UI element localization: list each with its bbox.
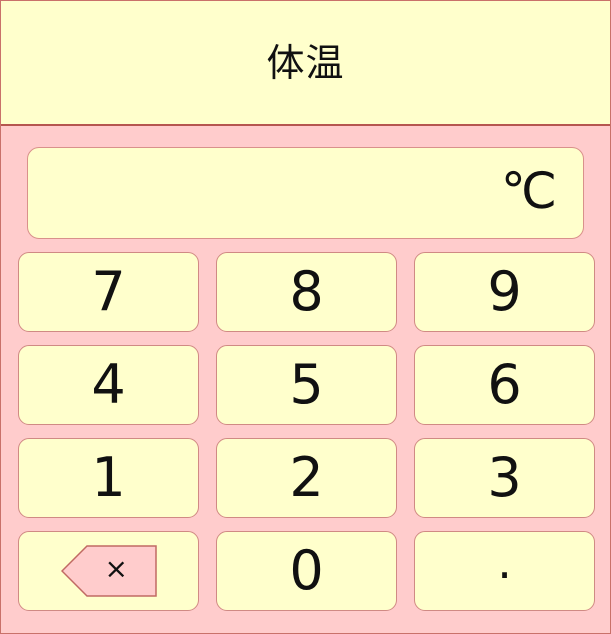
backspace-icon: ×	[60, 545, 157, 597]
key-decimal-point[interactable]: .	[414, 531, 595, 611]
key-8-label: 8	[289, 260, 324, 323]
key-8[interactable]: 8	[216, 252, 397, 332]
key-5-label: 5	[289, 353, 324, 416]
backspace-button[interactable]: ×	[18, 531, 199, 611]
key-3-label: 3	[487, 446, 522, 509]
key-0[interactable]: 0	[216, 531, 397, 611]
key-0-label: 0	[289, 539, 324, 602]
key-3[interactable]: 3	[414, 438, 595, 518]
header-bar: 体温	[1, 1, 610, 126]
key-6[interactable]: 6	[414, 345, 595, 425]
key-4-label: 4	[91, 353, 126, 416]
key-9-label: 9	[487, 260, 522, 323]
key-2[interactable]: 2	[216, 438, 397, 518]
key-7-label: 7	[91, 260, 126, 323]
body-temperature-input-window: 体温 ℃ 7 8 9 4 5 6 1 2 3 × 0 .	[0, 0, 611, 634]
page-title: 体温	[266, 41, 345, 85]
backspace-x-symbol: ×	[104, 552, 128, 585]
key-1[interactable]: 1	[18, 438, 199, 518]
key-6-label: 6	[487, 353, 522, 416]
key-4[interactable]: 4	[18, 345, 199, 425]
temperature-display: ℃	[27, 147, 584, 239]
key-2-label: 2	[289, 446, 324, 509]
celsius-unit-label: ℃	[500, 162, 557, 220]
key-decimal-point-label: .	[497, 535, 512, 589]
key-7[interactable]: 7	[18, 252, 199, 332]
key-1-label: 1	[91, 446, 126, 509]
key-5[interactable]: 5	[216, 345, 397, 425]
key-9[interactable]: 9	[414, 252, 595, 332]
